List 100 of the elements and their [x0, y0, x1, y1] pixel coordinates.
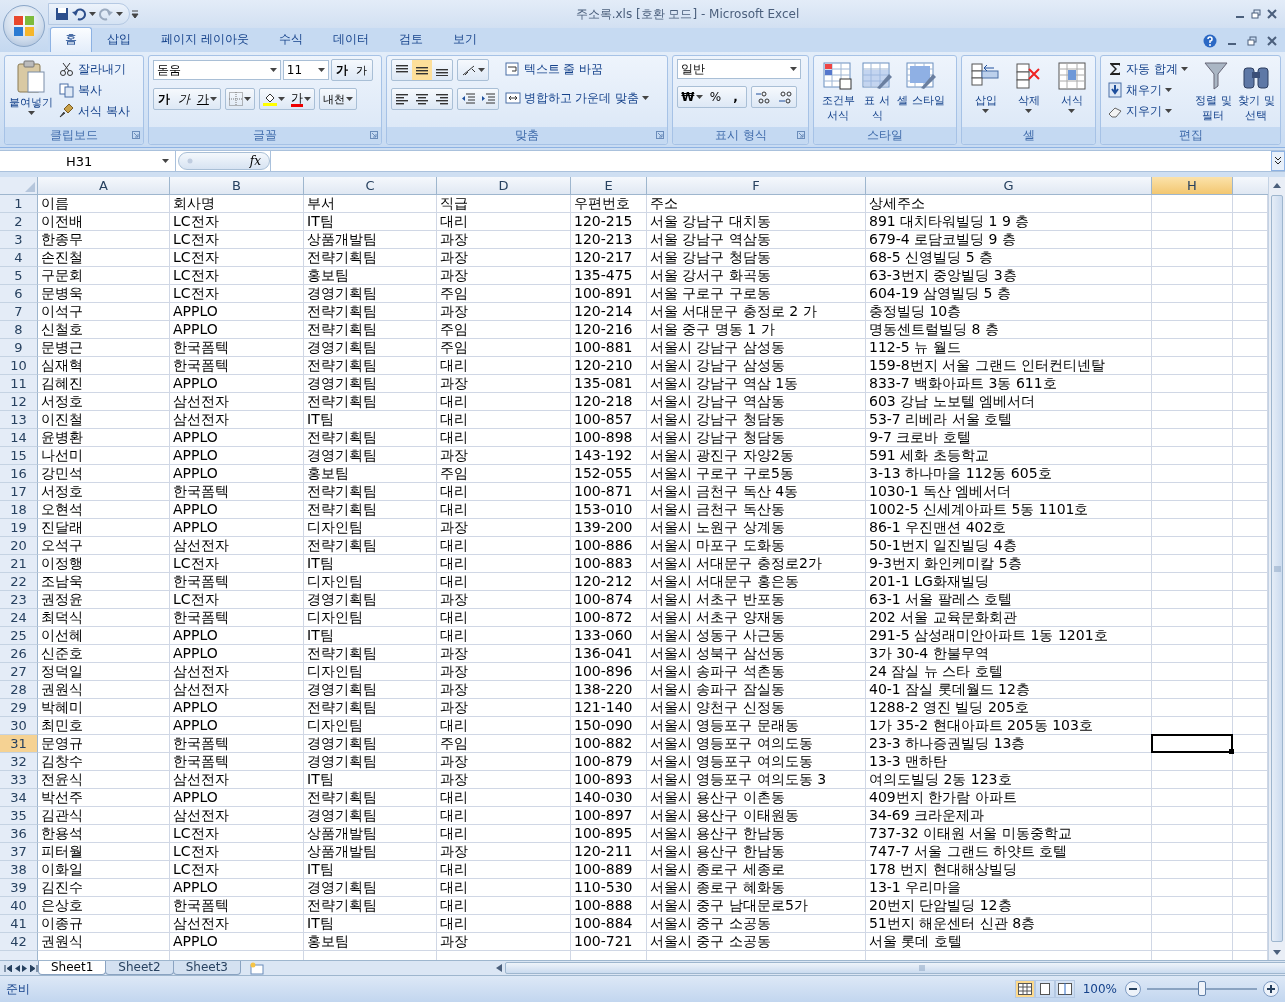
row-header[interactable]: 15: [0, 447, 38, 465]
column-header[interactable]: E: [571, 177, 647, 195]
ribbon-tab[interactable]: 홈: [50, 27, 92, 52]
row-header[interactable]: 9: [0, 339, 38, 357]
row-header[interactable]: 40: [0, 897, 38, 915]
editing-command[interactable]: 채우기: [1105, 80, 1190, 100]
row-header[interactable]: 35: [0, 807, 38, 825]
last-sheet-icon[interactable]: [30, 964, 38, 972]
phonetic-button[interactable]: 내천: [319, 89, 356, 109]
cells-command-button[interactable]: 삽입: [966, 59, 1005, 114]
row-header[interactable]: 38: [0, 861, 38, 879]
row-header[interactable]: 23: [0, 591, 38, 609]
align-middle-button[interactable]: [411, 60, 432, 80]
style-command-button[interactable]: 표 서식: [862, 59, 893, 124]
row-header[interactable]: 18: [0, 501, 38, 519]
normal-view-button[interactable]: [1014, 980, 1035, 998]
row-header[interactable]: 19: [0, 519, 38, 537]
row-header[interactable]: 5: [0, 267, 38, 285]
sheet-tab[interactable]: Sheet3: [172, 961, 241, 975]
row-header[interactable]: 3: [0, 231, 38, 249]
zoom-slider-thumb[interactable]: [1198, 981, 1206, 996]
comma-button[interactable]: ,: [725, 87, 746, 107]
merge-center-button[interactable]: 병합하고 가운데 맞춤: [502, 88, 652, 108]
editing-command-button[interactable]: 정렬 및 필터: [1193, 59, 1233, 124]
restore-icon[interactable]: [1247, 36, 1257, 46]
row-header[interactable]: 20: [0, 537, 38, 555]
horizontal-scroll-thumb[interactable]: [505, 962, 1285, 974]
row-header[interactable]: 10: [0, 357, 38, 375]
close-icon[interactable]: [1267, 9, 1277, 19]
currency-button[interactable]: ₩: [678, 87, 706, 107]
next-sheet-icon[interactable]: [22, 964, 28, 972]
close-icon[interactable]: [1267, 36, 1277, 46]
ribbon-tab[interactable]: 보기: [437, 27, 492, 52]
editing-command-button[interactable]: 찾기 및 선택: [1236, 59, 1276, 124]
row-header[interactable]: 12: [0, 393, 38, 411]
zoom-out-button[interactable]: [1125, 981, 1141, 997]
sheet-tab[interactable]: Sheet1: [38, 961, 107, 975]
paste-button[interactable]: 붙여넣기: [9, 59, 53, 116]
ribbon-tab[interactable]: 삽입: [92, 27, 146, 52]
row-header[interactable]: 39: [0, 879, 38, 897]
sheet-tab[interactable]: Sheet2: [105, 961, 174, 975]
insert-function-button[interactable]: fx: [178, 152, 270, 170]
style-command-button[interactable]: 셀 스타일: [896, 59, 947, 109]
office-button[interactable]: [3, 5, 45, 47]
row-header[interactable]: 26: [0, 645, 38, 663]
row-header[interactable]: 1: [0, 195, 38, 213]
row-header[interactable]: 7: [0, 303, 38, 321]
row-header[interactable]: 41: [0, 915, 38, 933]
row-header[interactable]: 25: [0, 627, 38, 645]
page-break-view-button[interactable]: [1054, 980, 1075, 998]
clipboard-command[interactable]: 복사: [57, 80, 132, 100]
page-layout-view-button[interactable]: [1034, 980, 1055, 998]
zoom-in-button[interactable]: [1263, 981, 1279, 997]
ribbon-tab[interactable]: 검토: [383, 27, 438, 52]
row-header[interactable]: 24: [0, 609, 38, 627]
cells-command-button[interactable]: 삭제: [1009, 59, 1048, 114]
row-header[interactable]: 13: [0, 411, 38, 429]
percent-button[interactable]: %: [705, 87, 726, 107]
column-header[interactable]: H: [1152, 177, 1233, 195]
row-header[interactable]: 34: [0, 789, 38, 807]
previous-sheet-icon[interactable]: [14, 964, 20, 972]
ribbon-tab[interactable]: 페이지 레이아웃: [146, 27, 264, 52]
restore-icon[interactable]: [1251, 9, 1261, 19]
column-header[interactable]: F: [647, 177, 866, 195]
column-header[interactable]: B: [170, 177, 304, 195]
column-header[interactable]: C: [304, 177, 437, 195]
underline-button[interactable]: 가: [193, 89, 220, 109]
font-name-field[interactable]: 돋움: [152, 60, 281, 80]
row-header[interactable]: 11: [0, 375, 38, 393]
row-header[interactable]: 30: [0, 717, 38, 735]
row-header[interactable]: 42: [0, 933, 38, 951]
zoom-level[interactable]: 100%: [1082, 982, 1117, 996]
row-header[interactable]: 2: [0, 213, 38, 231]
row-header[interactable]: 22: [0, 573, 38, 591]
clipboard-command[interactable]: 잘라내기: [57, 59, 132, 79]
bold-button[interactable]: 가: [153, 89, 174, 109]
row-header[interactable]: 37: [0, 843, 38, 861]
row-header[interactable]: 31: [0, 735, 38, 753]
scroll-left-icon[interactable]: [496, 964, 502, 972]
help-icon[interactable]: [1203, 34, 1217, 48]
row-header[interactable]: 6: [0, 285, 38, 303]
cells-command-button[interactable]: 서식: [1052, 59, 1091, 114]
editing-command[interactable]: 자동 합계: [1105, 59, 1190, 79]
row-header[interactable]: 33: [0, 771, 38, 789]
row-header[interactable]: 32: [0, 753, 38, 771]
row-header[interactable]: 28: [0, 681, 38, 699]
row-header[interactable]: 4: [0, 249, 38, 267]
row-header[interactable]: 27: [0, 663, 38, 681]
row-header[interactable]: 17: [0, 483, 38, 501]
column-header[interactable]: D: [437, 177, 571, 195]
row-header[interactable]: 16: [0, 465, 38, 483]
undo-icon[interactable]: [72, 7, 86, 21]
row-header[interactable]: 29: [0, 699, 38, 717]
row-header[interactable]: 21: [0, 555, 38, 573]
shrink-font-button[interactable]: 가: [351, 60, 372, 80]
customize-toolbar-icon[interactable]: [130, 9, 140, 19]
style-command-button[interactable]: 조건부 서식: [818, 59, 859, 124]
save-icon[interactable]: [55, 7, 69, 21]
row-header[interactable]: 8: [0, 321, 38, 339]
scroll-thumb[interactable]: [1271, 195, 1283, 942]
